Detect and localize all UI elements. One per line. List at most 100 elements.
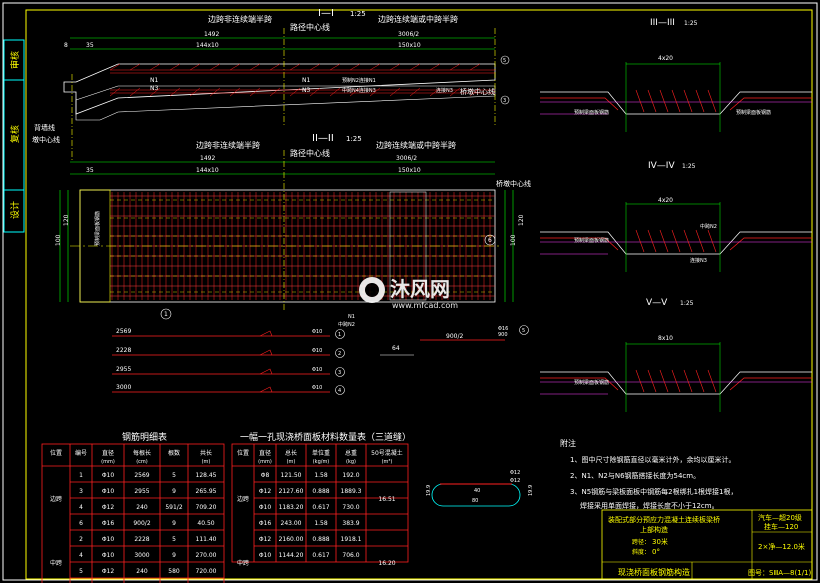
bar-N1-a: N1 [150,77,158,84]
table-unit-cell: (kg) [346,459,356,465]
cross-center-label: 墩中心线 [32,135,60,144]
watermark-url: www.mfcad.com [392,301,458,310]
table-cell: 1183.20 [279,504,304,511]
section-I-elevation: I—I 1:25 边跨非连续端半跨 路径中心线 边跨连续端或中跨半跨 1492 … [32,8,510,160]
section-III-label: III—III [650,18,675,28]
table-cell: 4 [79,552,83,559]
table-header-cell: 直径 [259,449,271,457]
title-span-label: 跨径： [632,538,650,546]
table-cell: 9 [172,520,176,527]
hook-dia-2: Φ12 [510,478,520,484]
table-cell: 265.95 [196,488,217,495]
dim-1492-a: 1492 [204,31,219,38]
table-cell: 中跨 [50,559,62,567]
watermark: 沐风网 www.mfcad.com [359,277,458,310]
note-prefab-N2: 预制N2连接N1 [342,77,376,84]
table-cell: 1144.20 [279,552,304,559]
bar-shape-id: 4 [338,388,341,394]
dim-3006-b: 3006/2 [396,155,417,162]
table-cell: 706.0 [342,552,359,559]
dim-3006-a: 3006/2 [398,31,419,38]
cross-section-stirrup [671,229,681,253]
bar-shape-break [259,330,273,337]
abut-label: 背墙线 [34,123,55,132]
table-cell: 5 [79,568,83,575]
dim-144x10-b: 144x10 [196,167,219,174]
plan-II-scale: 1:25 [346,135,362,143]
table-cell: 240 [136,568,148,575]
table-cell: 1.58 [314,472,328,479]
cross-section-stirrup [695,89,705,113]
bar-shape-id: 3 [338,370,341,376]
table-cell: 5 [172,472,176,479]
table-cell: 900/2 [133,520,150,527]
plan-II: II—II 1:25 边跨非连续端半跨 路径中心线 边跨连续端或中跨半跨 149… [55,133,531,328]
cs1-dim: 4x20 [658,55,673,62]
title-drawing: 现浇桥面板钢筋构造 [618,567,690,577]
bar-shape-dims: 64 900/2 [380,333,463,356]
bar-shape-length: 2228 [116,347,131,354]
cross-section-stirrup [695,369,705,393]
title-project-1: 装配式部分预应力混凝土连续板梁桥 [608,515,720,524]
table-cell: 3000 [134,552,149,559]
rebar-table: 钢筋明细表 位置 编号 直径(mm)每根长(cm)根数 共长(m)边跨1 Φ10 2569… [41,431,225,583]
table-cell: 9 [172,552,176,559]
table-cell: Φ10 [102,552,115,559]
bar-shape-length: 3000 [116,384,131,391]
table-cell: 边跨 [237,495,249,503]
title-skew-label: 斜度： [632,548,650,556]
cross-section-stirrup [647,369,657,393]
bridge-center-label: 桥墩中心线 [460,87,495,96]
bar-shape-dia: Φ10 [312,385,322,391]
cross-section-stirrup [647,229,657,253]
dim-150x10-b: 150x10 [398,167,421,174]
table-unit-cell: (kg/m) [313,459,330,465]
callout-3a: 3 [503,98,506,104]
table-cell: 121.50 [281,472,302,479]
table-header-cell: 位置 [50,449,62,457]
table-unit-cell: (m) [202,459,211,465]
table-cell: 3 [79,488,83,495]
callout-6: 6 [488,237,492,244]
title-number: 图号：SⅢA—8(1/1) [748,569,812,577]
cross-section-stirrup [647,89,657,113]
dim-120-b: 120 [518,214,525,226]
table-cell: 9 [172,488,176,495]
table-cell: 边跨 [50,495,62,503]
title-project-2: 上部构造 [640,525,668,534]
table-cell: Φ12 [259,536,272,543]
cs2-N3: 连接N3 [690,257,707,264]
cross-section-stirrup [695,229,705,253]
table-cell: 0.888 [312,536,329,543]
table-cell: 1889.3 [341,488,362,495]
dim-100-a: 100 [55,234,62,246]
table-cell: Φ12 [259,488,272,495]
title-load2: 挂车—120 [764,522,798,531]
cross-section-stirrup [635,369,645,393]
dim-35-a: 35 [86,42,94,49]
hook-h-b: 19.9 [528,485,534,496]
table-cell: 240 [136,504,148,511]
table-cell: 中跨 [237,559,249,567]
bar-N3-b: N3 [302,87,310,94]
table-cell: 16.51 [378,496,395,503]
hook-w40: 40 [474,488,480,494]
cross-section-rebar [729,97,812,111]
table-cell: 16.20 [378,560,395,567]
bar-shape-break [259,368,273,375]
table-cell: 6 [79,520,83,527]
bar-shape-length: 2955 [116,366,131,373]
title-skew: 0° [652,548,660,556]
pier-center-label: 路径中心线 [290,22,330,32]
material-table-title: 一幅一孔现浇桥面板材料数量表（三道缝） [240,431,411,443]
callout-5a: 5 [503,58,506,64]
section-IV-scale: 1:25 [682,163,696,170]
table-cell: 270.00 [196,552,217,559]
table-cell: Φ10 [102,536,115,543]
cross-section-stirrup [659,369,669,393]
dim-64: 64 [392,345,400,352]
table-unit-cell: (mm) [258,459,272,465]
stamp-design: 设计 [9,201,21,219]
notes-title: 附注 [560,438,576,448]
table-header-cell: 编号 [75,449,87,457]
